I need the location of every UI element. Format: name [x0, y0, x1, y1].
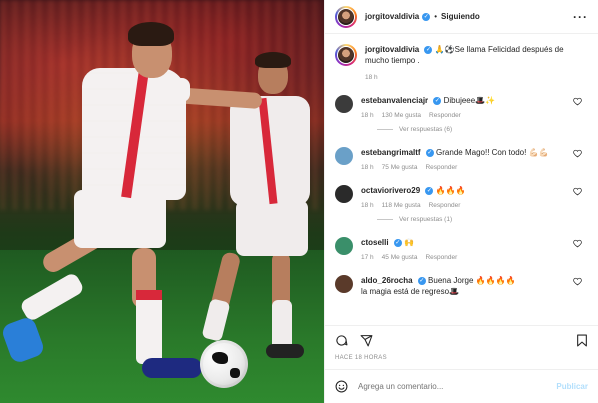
comments-list[interactable]: jorgitovaldivia ✓ 🙏⚽️Se llama Felicidad …	[325, 34, 598, 325]
caption-username[interactable]: jorgitovaldivia	[365, 45, 419, 54]
comment-time[interactable]: 18 h	[361, 202, 374, 209]
comment-username[interactable]: estebangrimaltf	[361, 148, 421, 157]
reply-button[interactable]: Responder	[429, 112, 461, 119]
soccer-ball	[200, 340, 248, 388]
emoji-icon[interactable]	[335, 380, 348, 393]
more-horizontal-icon[interactable]: ···	[573, 10, 588, 24]
comment-likes[interactable]: 118 Me gusta	[382, 202, 421, 209]
comment-item: estebanvalenciajr ✓ Dibujeee🎩✨ 18 h 130 …	[335, 95, 588, 119]
separator-dot: •	[434, 12, 438, 21]
instagram-post-window: jorgitovaldivia ✓ • Siguiendo ··· jorgit…	[0, 0, 598, 403]
view-replies-label[interactable]: Ver respuestas (6)	[399, 126, 452, 133]
commenter-avatar[interactable]	[335, 185, 353, 203]
caption-text: jorgitovaldivia ✓ 🙏⚽️Se llama Felicidad …	[365, 44, 588, 66]
caption-time: 18 h	[365, 74, 378, 81]
replies-line	[377, 219, 393, 220]
publish-button[interactable]: Publicar	[556, 382, 588, 391]
view-replies-button[interactable]: Ver respuestas (1)	[377, 216, 588, 223]
share-icon[interactable]	[360, 334, 373, 347]
photo-player-1-sock-band	[136, 290, 162, 300]
heart-icon[interactable]	[573, 187, 582, 196]
comment-text: Buena Jorge 🔥🔥🔥🔥	[428, 276, 516, 285]
verified-badge-icon: ✓	[393, 238, 402, 247]
commenter-avatar[interactable]	[335, 95, 353, 113]
author-avatar[interactable]	[335, 44, 357, 66]
comment-time[interactable]: 17 h	[361, 254, 374, 261]
photo-player-1-sleeve	[150, 78, 190, 102]
photo-player-1-hair	[128, 22, 174, 46]
post-header: jorgitovaldivia ✓ • Siguiendo ···	[325, 0, 598, 34]
comment-text: Grande Mago!! Con todo! 💪🏻💪🏻	[436, 148, 549, 157]
photo-player-1-boot	[142, 358, 202, 378]
bookmark-icon[interactable]	[576, 334, 588, 347]
view-replies-button[interactable]: Ver respuestas (6)	[377, 126, 588, 133]
heart-icon[interactable]	[573, 239, 582, 248]
following-button[interactable]: Siguiendo	[441, 12, 480, 21]
author-avatar[interactable]	[335, 5, 357, 28]
comment-item: aldo_26rocha ✓ Buena Jorge 🔥🔥🔥🔥 la magia…	[335, 275, 588, 297]
comment-text-line-2: la magia está de regreso🎩	[361, 287, 460, 296]
comment-item: ctoselli ✓ 🙌 17 h 45 Me gusta Responder	[335, 237, 588, 261]
reply-button[interactable]: Responder	[425, 254, 457, 261]
verified-badge-icon: ✓	[417, 276, 426, 285]
comment-likes[interactable]: 75 Me gusta	[382, 164, 418, 171]
commenter-avatar[interactable]	[335, 275, 353, 293]
posted-time: HACE 18 HORAS	[335, 355, 387, 361]
comment-text: Dibujeee🎩✨	[443, 96, 496, 105]
commenter-avatar[interactable]	[335, 237, 353, 255]
comment-icon[interactable]	[335, 334, 348, 347]
heart-icon[interactable]	[573, 97, 582, 106]
post-photo[interactable]	[0, 0, 324, 403]
comment-likes[interactable]: 45 Me gusta	[382, 254, 418, 261]
comment-time[interactable]: 18 h	[361, 112, 374, 119]
reply-button[interactable]: Responder	[429, 202, 461, 209]
comment-username[interactable]: octaviorivero29	[361, 186, 420, 195]
comment-username[interactable]: ctoselli	[361, 238, 389, 247]
heart-icon[interactable]	[573, 277, 582, 286]
post-caption: jorgitovaldivia ✓ 🙏⚽️Se llama Felicidad …	[335, 44, 588, 81]
comment-item: octaviorivero29 ✓ 🔥🔥🔥 18 h 118 Me gusta …	[335, 185, 588, 209]
comment-username[interactable]: estebanvalenciajr	[361, 96, 428, 105]
reply-button[interactable]: Responder	[425, 164, 457, 171]
photo-player-2-hair	[255, 52, 291, 68]
author-username[interactable]: jorgitovaldivia	[365, 12, 419, 21]
comment-text: 🙌	[404, 238, 415, 247]
verified-badge-icon: ✓	[424, 45, 433, 54]
verified-badge-icon: ✓	[422, 12, 431, 21]
add-comment-bar: Publicar	[325, 369, 598, 403]
photo-player-1-sock	[136, 290, 162, 364]
verified-badge-icon: ✓	[425, 148, 434, 157]
replies-line	[377, 129, 393, 130]
comment-item: estebangrimaltf ✓ Grande Mago!! Con todo…	[335, 147, 588, 171]
heart-icon[interactable]	[573, 149, 582, 158]
comment-text: 🔥🔥🔥	[435, 186, 466, 195]
post-actions-bar	[325, 325, 598, 355]
photo-player-2-boot	[266, 344, 304, 358]
view-replies-label[interactable]: Ver respuestas (1)	[399, 216, 452, 223]
commenter-avatar[interactable]	[335, 147, 353, 165]
add-comment-input[interactable]	[358, 382, 547, 391]
verified-badge-icon: ✓	[433, 96, 442, 105]
comment-likes[interactable]: 130 Me gusta	[382, 112, 421, 119]
post-side-panel: jorgitovaldivia ✓ • Siguiendo ··· jorgit…	[324, 0, 598, 403]
comment-username[interactable]: aldo_26rocha	[361, 276, 413, 285]
comment-time[interactable]: 18 h	[361, 164, 374, 171]
verified-badge-icon: ✓	[425, 186, 434, 195]
photo-player-2-sock	[272, 300, 292, 350]
photo-player-2-shorts	[236, 200, 308, 256]
